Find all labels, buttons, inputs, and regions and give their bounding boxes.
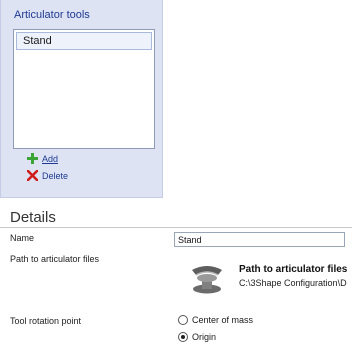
add-button[interactable]: Add <box>27 153 58 164</box>
path-label: Path to articulator files <box>10 254 100 264</box>
name-label: Name <box>10 233 35 243</box>
articulator-tools-panel: Articulator tools Stand Add Delete <box>0 0 163 198</box>
plus-icon <box>27 153 38 164</box>
center-of-mass-radio[interactable]: Center of mass <box>178 315 253 325</box>
radio-selected-icon <box>178 332 188 342</box>
path-button-title: Path to articulator files <box>239 264 348 275</box>
x-icon <box>27 170 38 181</box>
radio-icon <box>178 315 188 325</box>
articulator-tools-list[interactable]: Stand <box>13 29 155 149</box>
articulator-folder-icon[interactable] <box>186 260 228 296</box>
origin-label: Origin <box>192 332 217 342</box>
center-of-mass-label: Center of mass <box>192 315 254 325</box>
delete-button[interactable]: Delete <box>27 170 68 181</box>
details-heading: Details <box>10 209 56 226</box>
add-label: Add <box>42 153 59 164</box>
delete-label: Delete <box>42 170 69 181</box>
list-item[interactable]: Stand <box>16 32 152 50</box>
name-field[interactable] <box>174 232 345 247</box>
path-value: C:\3Shape Configuration\D <box>239 278 347 288</box>
origin-radio[interactable]: Origin <box>178 332 216 342</box>
articulator-tools-title: Articulator tools <box>14 9 90 21</box>
rotation-point-label: Tool rotation point <box>10 316 82 326</box>
details-divider <box>0 227 352 228</box>
